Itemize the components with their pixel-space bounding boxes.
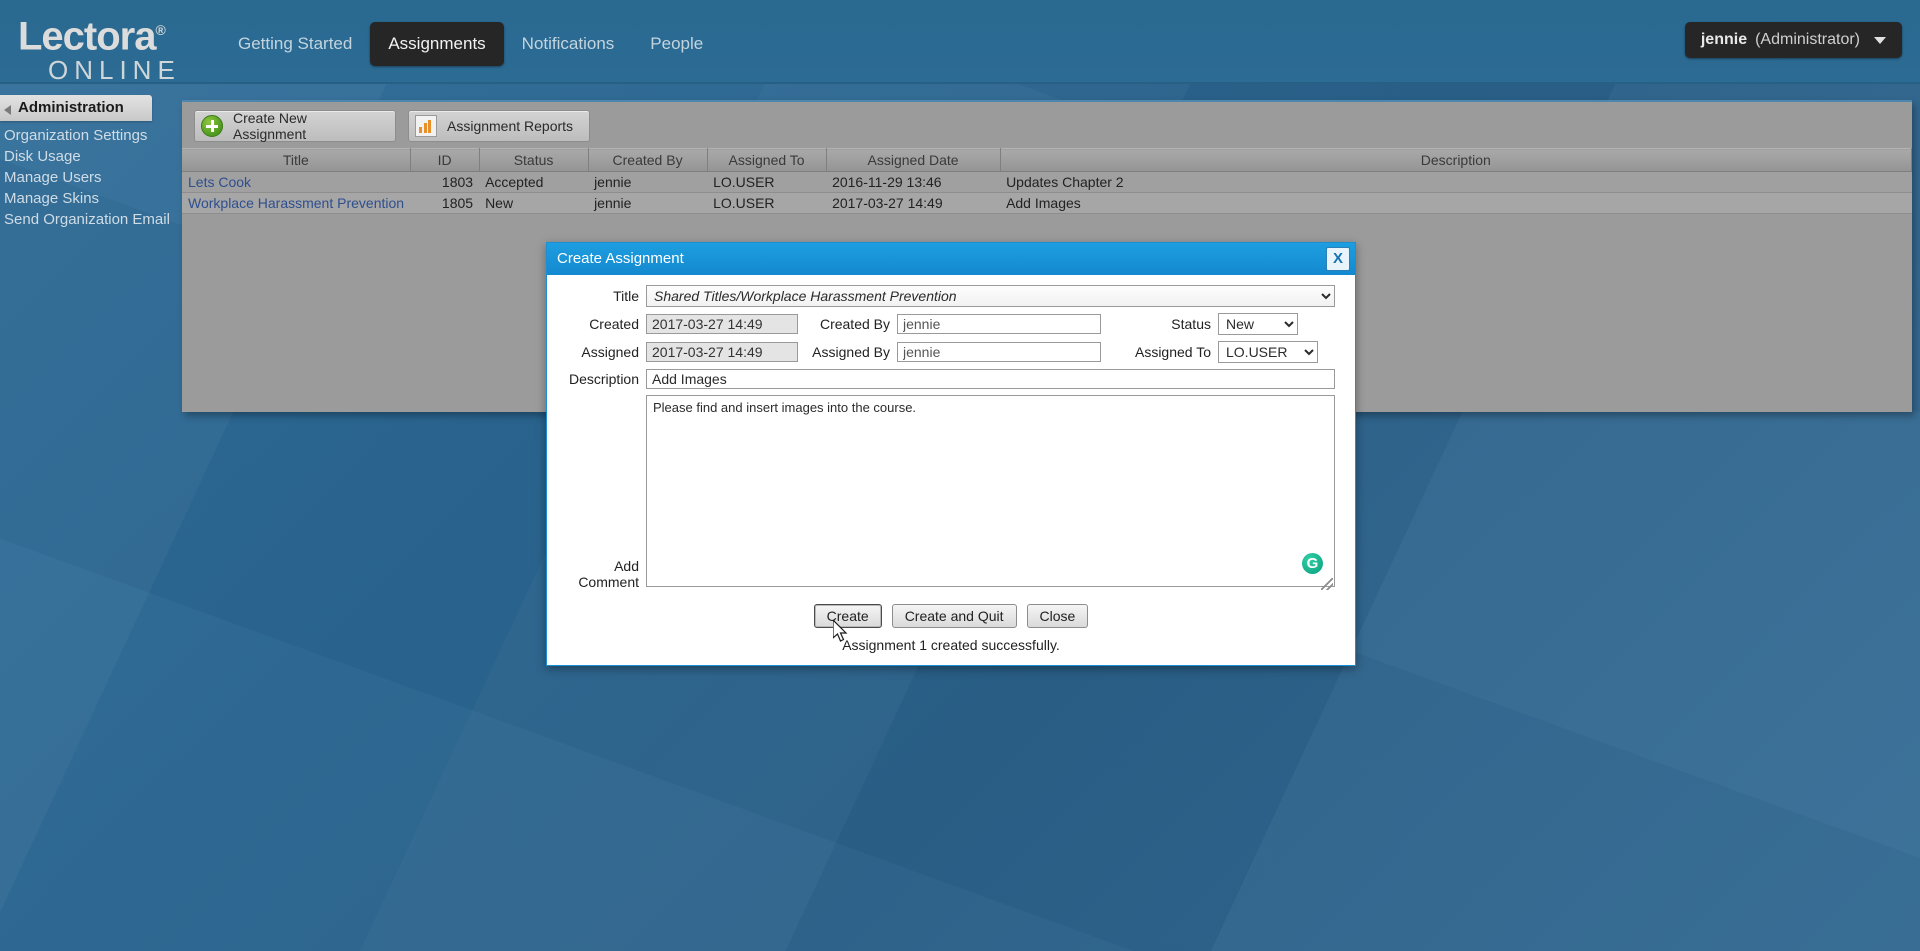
label-assigned: Assigned	[567, 344, 646, 360]
sidebar-header-administration[interactable]: Administration	[0, 95, 152, 121]
create-new-assignment-label: Create New Assignment	[233, 110, 381, 142]
user-role: (Administrator)	[1755, 31, 1860, 49]
label-created: Created	[567, 316, 646, 332]
bar-chart-icon	[415, 115, 437, 137]
cell-status: New	[479, 193, 588, 214]
label-add-comment: Add Comment	[567, 558, 646, 592]
assigned-to-select[interactable]: LO.USER	[1218, 341, 1318, 363]
cell-assigned-to: LO.USER	[707, 172, 826, 193]
user-menu-button[interactable]: jennie (Administrator)	[1685, 22, 1902, 58]
table-row[interactable]: Lets Cook 1803 Accepted jennie LO.USER 2…	[182, 172, 1912, 193]
main-nav: Getting Started Assignments Notification…	[220, 22, 721, 66]
nav-assignments[interactable]: Assignments	[370, 22, 503, 66]
create-and-quit-button[interactable]: Create and Quit	[892, 604, 1017, 628]
nav-people[interactable]: People	[632, 22, 721, 66]
cell-assigned-to: LO.USER	[707, 193, 826, 214]
logo-wordmark: Lectora	[18, 14, 156, 58]
create-new-assignment-button[interactable]: Create New Assignment	[194, 110, 396, 142]
created-by-field[interactable]	[897, 314, 1101, 334]
comment-textarea[interactable]: Please find and insert images into the c…	[646, 395, 1335, 587]
dialog-box: Create Assignment X Title Shared Titles/…	[546, 242, 1356, 666]
create-assignment-dialog: Create Assignment X Title Shared Titles/…	[546, 242, 1356, 407]
create-button[interactable]: Create	[814, 604, 882, 628]
cell-assigned-date: 2016-11-29 13:46	[826, 172, 1000, 193]
created-field	[646, 314, 798, 334]
column-header-assigned-date[interactable]: Assigned Date	[826, 149, 1000, 172]
nav-getting-started[interactable]: Getting Started	[220, 22, 370, 66]
field-row-created: Created Created By Status New	[567, 313, 1335, 335]
field-row-add-comment: Add Comment Please find and insert image…	[567, 395, 1335, 592]
label-title: Title	[567, 288, 646, 304]
label-assigned-to: Assigned To	[1101, 344, 1218, 360]
cell-created-by: jennie	[588, 172, 707, 193]
sidebar-item-manage-skins[interactable]: Manage Skins	[0, 188, 152, 209]
assigned-by-field[interactable]	[897, 342, 1101, 362]
logo-subtitle: ONLINE	[48, 57, 181, 83]
cell-description: Add Images	[1000, 193, 1911, 214]
field-row-title: Title Shared Titles/Workplace Harassment…	[567, 285, 1335, 307]
collapse-arrow-icon	[4, 105, 11, 115]
cell-status: Accepted	[479, 172, 588, 193]
sidebar-item-send-organization-email[interactable]: Send Organization Email	[0, 209, 152, 230]
dialog-body: Title Shared Titles/Workplace Harassment…	[547, 275, 1355, 665]
nav-notifications[interactable]: Notifications	[504, 22, 633, 66]
field-row-assigned: Assigned Assigned By Assigned To LO.USER	[567, 341, 1335, 363]
dialog-title: Create Assignment	[557, 250, 684, 267]
table-header-row: Title ID Status Created By Assigned To A…	[182, 149, 1912, 172]
chevron-down-icon	[1874, 37, 1886, 44]
sidebar-title: Administration	[18, 99, 124, 116]
comment-wrapper: Please find and insert images into the c…	[646, 395, 1335, 592]
grammarly-icon[interactable]: G	[1302, 553, 1323, 574]
cell-title: Workplace Harassment Prevention	[182, 193, 410, 214]
assignments-table: Title ID Status Created By Assigned To A…	[182, 148, 1912, 214]
column-header-assigned-to[interactable]: Assigned To	[707, 149, 826, 172]
assignment-reports-button[interactable]: Assignment Reports	[408, 110, 590, 142]
cell-id: 1805	[410, 193, 479, 214]
column-header-created-by[interactable]: Created By	[588, 149, 707, 172]
column-header-description[interactable]: Description	[1000, 149, 1911, 172]
cell-description: Updates Chapter 2	[1000, 172, 1911, 193]
column-header-title[interactable]: Title	[182, 149, 410, 172]
column-header-id[interactable]: ID	[410, 149, 479, 172]
field-row-description: Description	[567, 369, 1335, 389]
status-message: Assignment 1 created successfully.	[567, 637, 1335, 657]
label-description: Description	[567, 371, 646, 387]
sidebar-link-list: Organization Settings Disk Usage Manage …	[0, 121, 152, 230]
assignments-toolbar: Create New Assignment Assignment Reports	[182, 102, 1912, 148]
registered-mark-icon: ®	[156, 22, 165, 38]
plus-circle-icon	[201, 115, 223, 137]
lectora-logo: Lectora® ONLINE	[18, 10, 181, 83]
title-select[interactable]: Shared Titles/Workplace Harassment Preve…	[646, 285, 1335, 307]
assignment-link-lets-cook[interactable]: Lets Cook	[188, 174, 251, 190]
close-icon[interactable]: X	[1326, 247, 1350, 271]
sidebar-item-manage-users[interactable]: Manage Users	[0, 167, 152, 188]
cell-id: 1803	[410, 172, 479, 193]
label-assigned-by: Assigned By	[798, 344, 897, 360]
sidebar-item-disk-usage[interactable]: Disk Usage	[0, 146, 152, 167]
assignment-link-workplace-harassment-prevention[interactable]: Workplace Harassment Prevention	[188, 195, 404, 211]
app-header: Lectora® ONLINE Getting Started Assignme…	[0, 0, 1920, 84]
dialog-button-row: Create Create and Quit Close	[567, 604, 1335, 628]
label-created-by: Created By	[798, 316, 897, 332]
cell-title: Lets Cook	[182, 172, 410, 193]
table-row[interactable]: Workplace Harassment Prevention 1805 New…	[182, 193, 1912, 214]
column-header-status[interactable]: Status	[479, 149, 588, 172]
description-field[interactable]	[646, 369, 1335, 389]
cell-assigned-date: 2017-03-27 14:49	[826, 193, 1000, 214]
sidebar-item-organization-settings[interactable]: Organization Settings	[0, 125, 152, 146]
dialog-titlebar: Create Assignment X	[547, 243, 1355, 275]
assignment-reports-label: Assignment Reports	[447, 118, 573, 134]
cell-created-by: jennie	[588, 193, 707, 214]
assigned-field	[646, 342, 798, 362]
status-select[interactable]: New	[1218, 313, 1298, 335]
label-status: Status	[1101, 316, 1218, 332]
admin-sidebar: Administration Organization Settings Dis…	[0, 95, 152, 230]
textarea-resize-handle[interactable]	[1321, 578, 1333, 590]
close-button[interactable]: Close	[1027, 604, 1089, 628]
user-name: jennie	[1701, 31, 1747, 49]
